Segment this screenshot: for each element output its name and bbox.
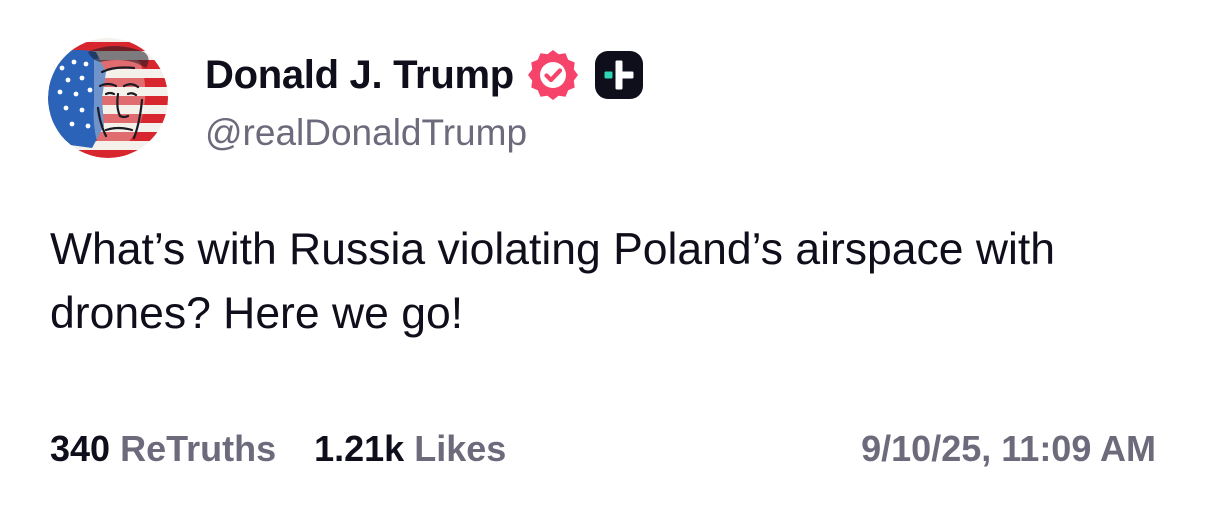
author-name-row: Donald J. Trump bbox=[205, 48, 646, 102]
truth-plus-icon bbox=[592, 48, 646, 102]
likes-count: 1.21k bbox=[314, 428, 405, 469]
post-footer: 340 ReTruths 1.21k Likes 9/10/25, 11:09 … bbox=[50, 425, 1156, 473]
retruths-count: 340 bbox=[50, 428, 111, 469]
post-timestamp[interactable]: 9/10/25, 11:09 AM bbox=[861, 428, 1156, 470]
author-display-name[interactable]: Donald J. Trump bbox=[205, 53, 514, 98]
retruths-stat[interactable]: 340 ReTruths bbox=[50, 428, 276, 470]
likes-stat[interactable]: 1.21k Likes bbox=[314, 428, 506, 470]
post-body-text: What’s with Russia violating Poland’s ai… bbox=[50, 225, 1056, 338]
retruths-label: ReTruths bbox=[120, 428, 277, 469]
flag-portrait-avatar-icon bbox=[48, 38, 168, 158]
likes-label: Likes bbox=[414, 428, 507, 469]
author-handle[interactable]: @realDonaldTrump bbox=[205, 112, 527, 154]
truth-post: Donald J. Trump @realDonaldTrump What’s … bbox=[0, 0, 1206, 505]
verified-badge-icon bbox=[526, 48, 580, 102]
author-avatar[interactable] bbox=[48, 38, 168, 158]
